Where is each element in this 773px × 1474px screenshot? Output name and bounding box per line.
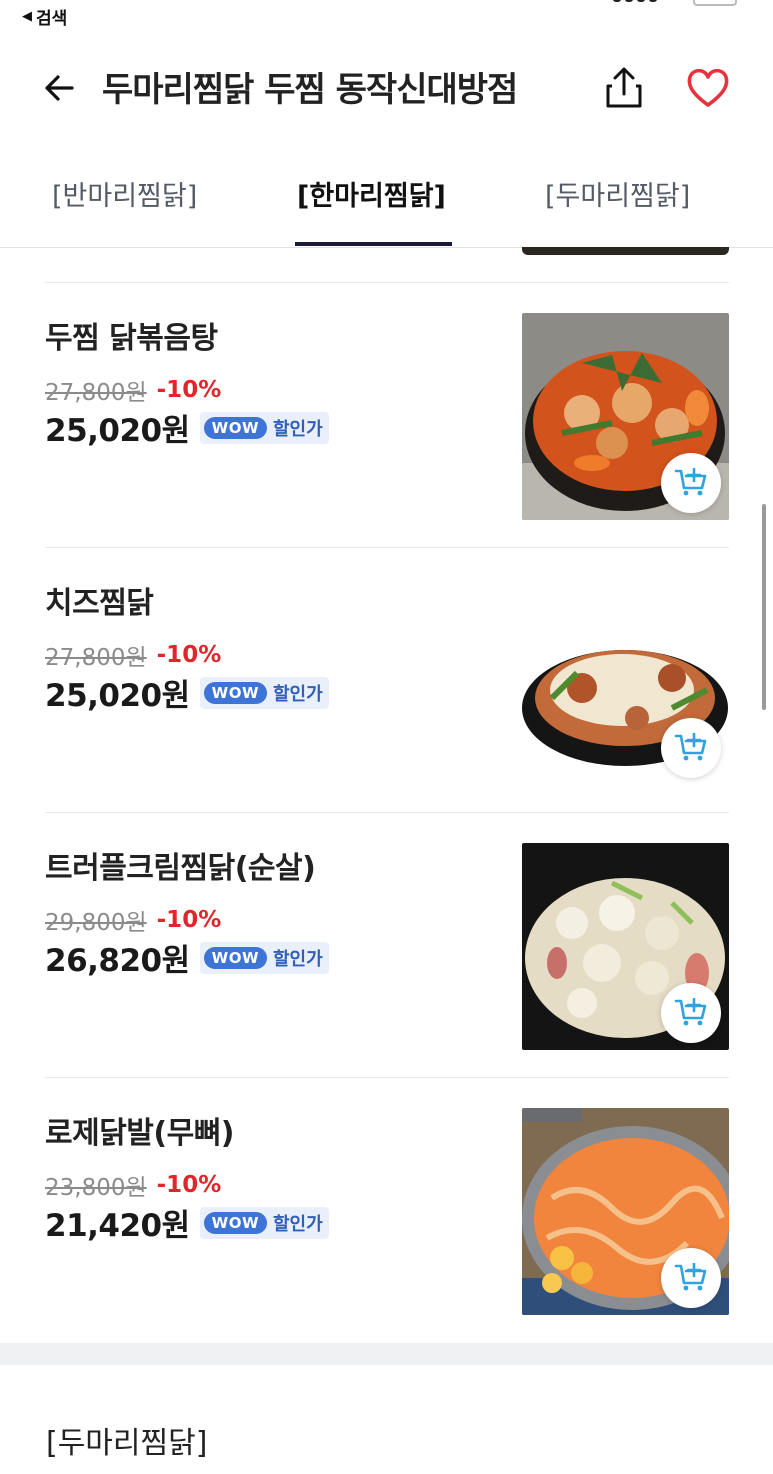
wow-badge-text: 할인가 — [273, 418, 323, 440]
sale-row: 21,420원 WOW 할인가 — [45, 1200, 329, 1245]
sale-price: 25,020원 — [45, 413, 190, 449]
back-triangle-icon: ◀ — [22, 9, 32, 24]
add-to-cart-button[interactable] — [661, 1248, 721, 1308]
discount-rate: -10% — [156, 907, 222, 933]
cart-plus-icon — [674, 733, 707, 761]
tab-whole-chicken[interactable]: [한마리찜닭] — [297, 174, 446, 213]
signal-icon — [613, 0, 673, 2]
cart-plus-icon — [674, 468, 707, 496]
back-arrow-icon[interactable] — [40, 68, 80, 108]
battery-icon — [693, 0, 737, 6]
item-name: 트러플크림찜닭(순살) — [45, 851, 316, 886]
wow-discount-badge: WOW 할인가 — [199, 1206, 329, 1239]
original-price: 27,800원 — [45, 645, 147, 671]
active-tab-indicator — [295, 242, 452, 246]
cart-plus-icon — [674, 998, 707, 1026]
status-back-link[interactable]: ◀ 검색 — [22, 4, 67, 29]
price-row: 23,800원 -10% — [45, 1168, 221, 1202]
cart-plus-icon — [674, 1263, 707, 1291]
add-to-cart-button[interactable] — [661, 718, 721, 778]
wow-pill: WOW — [203, 416, 267, 439]
add-to-cart-button[interactable] — [661, 983, 721, 1043]
wow-discount-badge: WOW 할인가 — [199, 941, 329, 974]
section-title: [두마리찜닭] — [46, 1426, 208, 1461]
tab-half-chicken[interactable]: [반마리찜닭] — [52, 174, 197, 213]
item-name: 치즈찜닭 — [45, 586, 154, 621]
sale-price: 21,420원 — [45, 1208, 190, 1244]
menu-item[interactable]: 치즈찜닭 27,800원 -10% 25,020원 WOW 할인가 — [45, 547, 729, 812]
original-price: 23,800원 — [45, 1175, 147, 1201]
price-row: 29,800원 -10% — [45, 903, 221, 937]
sale-price: 25,020원 — [45, 678, 190, 714]
heart-icon[interactable] — [684, 66, 732, 110]
status-bar: ◀ 검색 — [0, 0, 773, 34]
header: 두마리찜닭 두찜 동작신대방점 — [0, 40, 773, 136]
menu-item[interactable]: 로제닭발(무뼈) 23,800원 -10% 21,420원 WOW 할인가 — [45, 1077, 729, 1342]
discount-rate: -10% — [156, 377, 222, 403]
wow-pill: WOW — [203, 681, 267, 704]
sale-row: 25,020원 WOW 할인가 — [45, 405, 329, 450]
menu-item[interactable]: 두찜 닭볶음탕 27,800원 -10% 25,020원 WOW 할인가 — [45, 282, 729, 547]
section-divider — [0, 1343, 773, 1365]
wow-pill: WOW — [203, 946, 267, 969]
wow-badge-text: 할인가 — [273, 948, 323, 970]
price-row: 27,800원 -10% — [45, 373, 221, 407]
status-back-label: 검색 — [36, 9, 68, 29]
sale-row: 25,020원 WOW 할인가 — [45, 670, 329, 715]
tab-two-chickens[interactable]: [두마리찜닭] — [545, 174, 690, 213]
category-tabs: [반마리찜닭] [한마리찜닭] [두마리찜닭] — [0, 160, 773, 248]
original-price: 29,800원 — [45, 910, 147, 936]
menu-item[interactable]: 트러플크림찜닭(순살) 29,800원 -10% 26,820원 WOW 할인가 — [45, 812, 729, 1077]
page-title: 두마리찜닭 두찜 동작신대방점 — [102, 70, 518, 110]
original-price: 27,800원 — [45, 380, 147, 406]
discount-rate: -10% — [156, 1172, 222, 1198]
wow-discount-badge: WOW 할인가 — [199, 411, 329, 444]
item-name: 두찜 닭볶음탕 — [45, 321, 218, 356]
sale-price: 26,820원 — [45, 943, 190, 979]
scrollbar[interactable] — [762, 504, 766, 710]
add-to-cart-button[interactable] — [661, 453, 721, 513]
previous-item-image — [522, 247, 729, 255]
item-name: 로제닭발(무뼈) — [45, 1116, 235, 1151]
wow-badge-text: 할인가 — [273, 1213, 323, 1235]
price-row: 27,800원 -10% — [45, 638, 221, 672]
wow-discount-badge: WOW 할인가 — [199, 676, 329, 709]
wow-badge-text: 할인가 — [273, 683, 323, 705]
sale-row: 26,820원 WOW 할인가 — [45, 935, 329, 980]
wow-pill: WOW — [203, 1211, 267, 1234]
share-icon[interactable] — [600, 64, 648, 112]
discount-rate: -10% — [156, 642, 222, 668]
